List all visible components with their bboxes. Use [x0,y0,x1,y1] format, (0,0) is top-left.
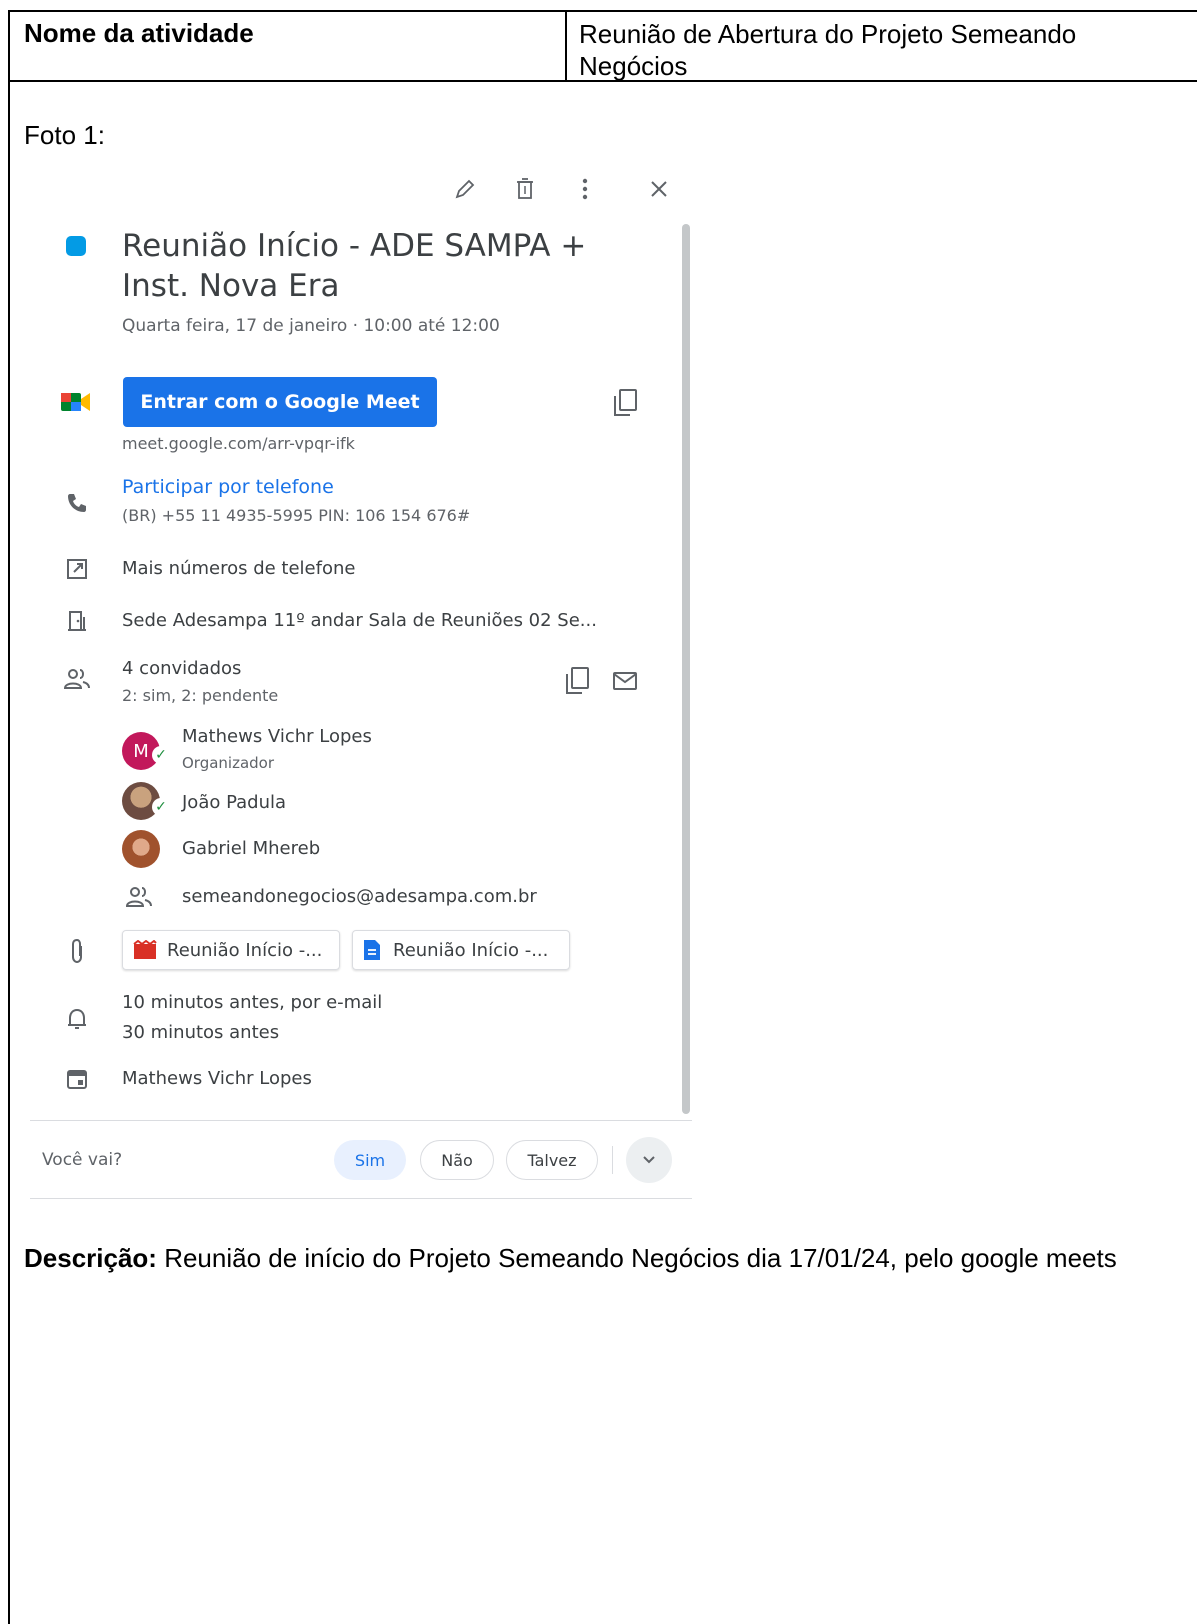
divider [30,1120,692,1121]
scrollbar[interactable] [682,224,690,1114]
join-by-phone-link[interactable]: Participar por telefone [122,476,334,498]
photo-label: Foto 1: [24,120,105,150]
activity-name-label: Nome da atividade [24,18,254,48]
delete-icon[interactable] [510,174,540,204]
guests-status: 2: sim, 2: pendente [122,686,279,705]
email-guests-icon[interactable] [608,666,642,696]
rsvp-maybe-button[interactable]: Talvez [506,1140,598,1180]
calendar-owner: Mathews Vichr Lopes [122,1068,312,1089]
document-table: Nome da atividade Reunião de Abertura do… [8,10,1197,1624]
group-icon [122,882,156,912]
calendar-icon [62,1064,92,1094]
guest-role: Organizador [182,754,275,772]
event-location: Sede Adesampa 11º andar Sala de Reuniões… [122,610,597,631]
event-color-dot [66,236,86,256]
avatar-initial: M [133,740,149,762]
edit-icon[interactable] [450,174,480,204]
event-title: Reunião Início - ADE SAMPA + Inst. Nova … [122,228,587,304]
phone-number: (BR) +55 11 4935-5995 PIN: 106 154 676# [122,506,471,525]
close-icon[interactable] [644,174,674,204]
guests-icon [60,664,94,694]
room-icon [62,606,92,636]
more-options-icon[interactable] [570,174,600,204]
description: Descrição: Reunião de início do Projeto … [24,1242,1174,1275]
calendar-event-screenshot: Reunião Início - ADE SAMPA + Inst. Nova … [30,162,692,1212]
document-file-icon [363,939,381,961]
copy-icon[interactable] [608,386,642,420]
divider [30,1198,692,1199]
meet-link[interactable]: meet.google.com/arr-vpqr-ifk [122,434,355,453]
guest-name[interactable]: Mathews Vichr Lopes [182,726,372,747]
google-meet-icon [60,388,92,416]
divider [612,1146,613,1174]
attachment-name: Reunião Início -... [167,939,323,961]
copy-guests-icon[interactable] [560,664,594,698]
rsvp-no-button[interactable]: Não [420,1140,494,1180]
group-email[interactable]: semeandonegocios@adesampa.com.br [182,886,537,907]
attachment-chip[interactable]: Reunião Início -... [122,930,340,970]
bell-icon [62,1004,92,1034]
accepted-check-icon: ✓ [152,746,170,764]
description-text: Reunião de início do Projeto Semeando Ne… [156,1243,1117,1273]
rsvp-question: Você vai? [42,1150,123,1170]
guests-count: 4 convidados [122,658,242,679]
avatar [122,830,160,868]
header-value-cell: Reunião de Abertura do Projeto Semeando … [567,12,1197,82]
attachment-icon [62,936,92,966]
event-datetime: Quarta feira, 17 de janeiro · 10:00 até … [122,316,500,336]
guest-name[interactable]: João Padula [182,792,286,813]
reminder: 10 minutos antes, por e-mail [122,992,383,1013]
guest-name[interactable]: Gabriel Mhereb [182,838,320,859]
video-file-icon [133,940,157,960]
join-google-meet-button[interactable]: Entrar com o Google Meet [123,377,437,427]
header-label-cell: Nome da atividade [10,12,567,82]
external-link-icon [62,554,92,584]
chevron-down-icon [642,1155,656,1165]
rsvp-yes-button[interactable]: Sim [334,1140,406,1180]
accepted-check-icon: ✓ [152,798,170,816]
reminder: 30 minutos antes [122,1022,280,1043]
activity-name-value: Reunião de Abertura do Projeto Semeando … [579,19,1077,81]
description-label: Descrição: [24,1243,157,1273]
phone-icon [62,488,92,518]
attachment-chip[interactable]: Reunião Início -... [352,930,570,970]
rsvp-more-button[interactable] [626,1137,672,1183]
more-phone-numbers-link[interactable]: Mais números de telefone [122,558,355,579]
attachment-name: Reunião Início -... [393,939,549,961]
